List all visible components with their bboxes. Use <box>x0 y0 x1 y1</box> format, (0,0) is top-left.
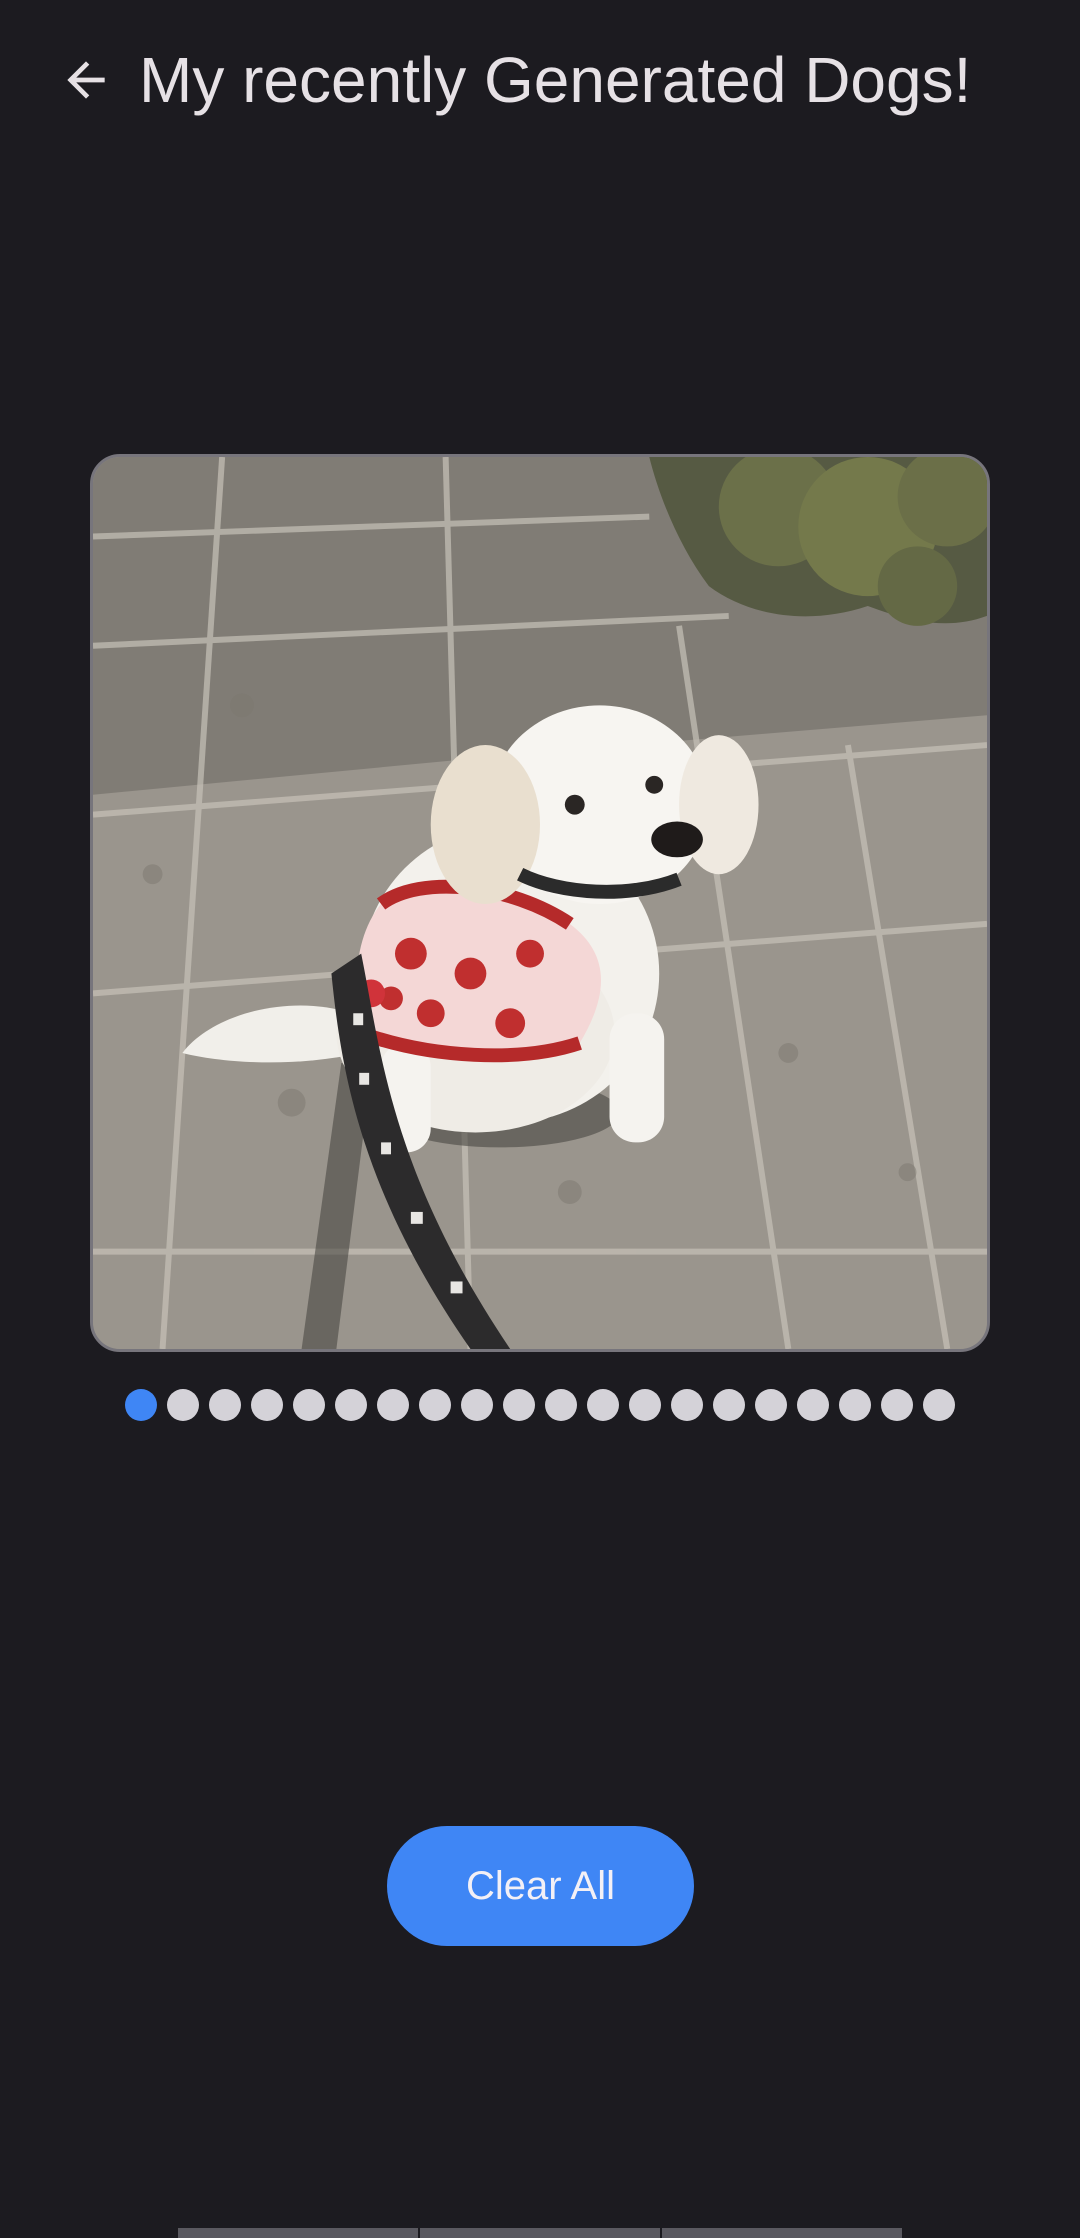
page-indicator-dot[interactable] <box>335 1389 367 1421</box>
page-indicator-dot[interactable] <box>251 1389 283 1421</box>
dog-photo <box>93 457 987 1349</box>
dog-image-carousel[interactable] <box>90 454 990 1352</box>
page-indicator-dot[interactable] <box>713 1389 745 1421</box>
arrow-back-icon <box>67 61 105 99</box>
page-indicator-dot[interactable] <box>587 1389 619 1421</box>
page-indicator-dot[interactable] <box>797 1389 829 1421</box>
back-button[interactable] <box>42 36 130 124</box>
page-indicator-dot[interactable] <box>461 1389 493 1421</box>
page-indicator-dot[interactable] <box>125 1389 157 1421</box>
system-navigation-bar <box>178 2228 902 2238</box>
page-title: My recently Generated Dogs! <box>139 44 972 116</box>
carousel-page-indicator <box>125 1389 955 1421</box>
app-bar: My recently Generated Dogs! <box>0 0 1080 165</box>
page-indicator-dot[interactable] <box>755 1389 787 1421</box>
clear-all-button[interactable]: Clear All <box>387 1826 694 1946</box>
page-indicator-dot[interactable] <box>167 1389 199 1421</box>
page-indicator-dot[interactable] <box>377 1389 409 1421</box>
page-indicator-dot[interactable] <box>503 1389 535 1421</box>
page-indicator-dot[interactable] <box>881 1389 913 1421</box>
page-indicator-dot[interactable] <box>419 1389 451 1421</box>
page-indicator-dot[interactable] <box>923 1389 955 1421</box>
page-indicator-dot[interactable] <box>209 1389 241 1421</box>
page-indicator-dot[interactable] <box>629 1389 661 1421</box>
page-indicator-dot[interactable] <box>671 1389 703 1421</box>
page-indicator-dot[interactable] <box>293 1389 325 1421</box>
page-indicator-dot[interactable] <box>545 1389 577 1421</box>
page-indicator-dot[interactable] <box>839 1389 871 1421</box>
